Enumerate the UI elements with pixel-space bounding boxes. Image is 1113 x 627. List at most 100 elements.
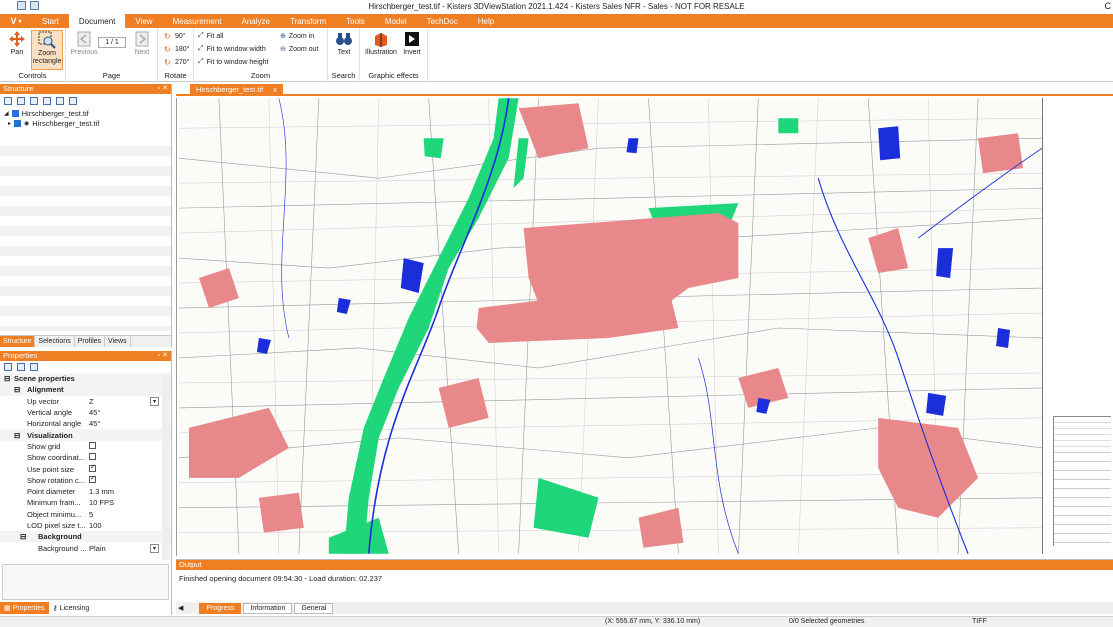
property-value[interactable]: 5 bbox=[89, 510, 93, 519]
property-value[interactable]: 45° bbox=[89, 408, 100, 417]
tab-profiles[interactable]: Profiles bbox=[75, 336, 106, 347]
show-grid-checkbox[interactable] bbox=[89, 441, 96, 451]
close-icon[interactable]: x bbox=[273, 85, 277, 94]
document-tab[interactable]: Hirschberger_test.tif x bbox=[190, 84, 283, 95]
property-row[interactable]: Show coordinat... bbox=[0, 452, 171, 463]
property-row[interactable]: Object minimu... 5 bbox=[0, 509, 171, 520]
close-button[interactable]: C bbox=[1105, 1, 1112, 11]
tab-view[interactable]: View bbox=[125, 14, 162, 28]
tab-general[interactable]: General bbox=[294, 602, 334, 614]
expand-icon[interactable] bbox=[4, 97, 12, 105]
illustration-button[interactable]: Illustration bbox=[364, 30, 398, 57]
tab-start[interactable]: Start bbox=[32, 14, 69, 28]
collapse-all-icon[interactable] bbox=[43, 97, 51, 105]
tab-information[interactable]: Information bbox=[243, 602, 293, 614]
tab-measurement[interactable]: Measurement bbox=[163, 14, 232, 28]
zoom-out-button[interactable]: ⊖ Zoom out bbox=[280, 45, 318, 54]
zoom-in-button[interactable]: ⊕ Zoom in bbox=[280, 32, 314, 41]
visibility-icon[interactable]: ◉ bbox=[24, 120, 29, 127]
tab-model[interactable]: Model bbox=[375, 14, 417, 28]
page-number-input[interactable]: 1 / 1 bbox=[98, 37, 126, 48]
collapse-icon[interactable]: ⊟ bbox=[20, 532, 26, 541]
tab-transform[interactable]: Transform bbox=[280, 14, 336, 28]
properties-scrollbar[interactable] bbox=[162, 375, 170, 560]
chevron-down-icon[interactable]: ▾ bbox=[150, 543, 159, 553]
expand-all-icon[interactable] bbox=[30, 97, 38, 105]
property-value[interactable]: 1.3 mm bbox=[89, 487, 114, 496]
app-menu-button[interactable]: V ▾ bbox=[0, 14, 32, 28]
previous-button[interactable]: Previous bbox=[68, 30, 100, 57]
tree-toggle-icon[interactable]: ▸ bbox=[8, 120, 11, 127]
property-category[interactable]: ⊟ Alignment bbox=[0, 384, 171, 396]
property-row[interactable]: Background ... Plain ▾ bbox=[0, 542, 171, 553]
tab-licensing[interactable]: ⚷ Licensing bbox=[49, 602, 94, 614]
property-row[interactable]: Up vector Z ▾ bbox=[0, 396, 171, 407]
tab-progress[interactable]: Progress bbox=[199, 602, 242, 614]
property-row[interactable]: Point diameter 1.3 mm bbox=[0, 486, 171, 497]
property-row[interactable]: Minimum fram... 10 FPS bbox=[0, 497, 171, 508]
collapse-icon[interactable]: ⊟ bbox=[4, 374, 10, 383]
paste-icon[interactable] bbox=[17, 363, 25, 371]
zoom-rectangle-button[interactable]: Zoom rectangle bbox=[31, 30, 63, 70]
tab-properties[interactable]: ▦ Properties bbox=[0, 602, 49, 614]
fit-all-label: Fit all bbox=[206, 32, 224, 40]
property-value[interactable]: 100 bbox=[89, 521, 102, 530]
tab-techdoc[interactable]: TechDoc bbox=[417, 14, 468, 28]
property-value[interactable]: Plain bbox=[89, 544, 106, 553]
rotate-group: ↻ 90° ↻ 180° ↻ 270° Rotate bbox=[158, 28, 194, 82]
sync-icon[interactable] bbox=[69, 97, 77, 105]
scroll-left-icon[interactable]: ◀ bbox=[178, 604, 183, 612]
pan-button[interactable]: Pan bbox=[1, 30, 33, 57]
panel-pin-icon[interactable]: ▫ ✕ bbox=[158, 84, 168, 94]
graphic-effects-group: Illustration Invert Graphic effects bbox=[360, 28, 428, 82]
invert-button[interactable]: Invert bbox=[396, 30, 428, 57]
tab-structure[interactable]: Structure bbox=[0, 336, 36, 347]
property-row[interactable]: Show grid bbox=[0, 441, 171, 452]
property-value[interactable]: 45° bbox=[89, 419, 100, 428]
property-row[interactable]: Horizontal angle 45° bbox=[0, 418, 171, 429]
rotate-270-button[interactable]: ↻ 270° bbox=[164, 58, 189, 67]
property-category[interactable]: ⊟ Scene properties bbox=[0, 373, 171, 385]
collapse-icon[interactable]: ⊟ bbox=[14, 431, 20, 440]
refresh-icon[interactable] bbox=[30, 363, 38, 371]
tab-tools[interactable]: Tools bbox=[336, 14, 375, 28]
use-point-size-checkbox[interactable] bbox=[89, 463, 96, 474]
left-bottom-tabs: ▦ Properties ⚷ Licensing bbox=[0, 602, 172, 614]
panel-pin-icon[interactable]: ▫ ✕ bbox=[158, 351, 168, 361]
map-image[interactable] bbox=[179, 98, 1043, 554]
filter-icon[interactable] bbox=[56, 97, 64, 105]
fit-all-button[interactable]: ⤢ Fit all bbox=[198, 32, 223, 40]
text-search-button[interactable]: Text bbox=[328, 30, 360, 57]
tab-views[interactable]: Views bbox=[105, 336, 131, 347]
property-value[interactable]: 10 FPS bbox=[89, 498, 114, 507]
collapse-icon[interactable] bbox=[17, 97, 25, 105]
next-button[interactable]: Next bbox=[126, 30, 158, 57]
property-value[interactable]: Z bbox=[89, 397, 94, 406]
tree-toggle-icon[interactable]: ◢ bbox=[4, 110, 9, 117]
structure-panel-header: Structure ▫ ✕ bbox=[0, 84, 171, 94]
property-row[interactable]: Use point size bbox=[0, 463, 171, 474]
tab-selections[interactable]: Selections bbox=[35, 336, 75, 347]
rotate-180-button[interactable]: ↻ 180° bbox=[164, 45, 189, 54]
copy-icon[interactable] bbox=[4, 363, 12, 371]
rotate-90-button[interactable]: ↻ 90° bbox=[164, 32, 186, 41]
tab-help[interactable]: Help bbox=[468, 14, 504, 28]
property-category[interactable]: ⊟ Background bbox=[0, 531, 171, 543]
property-row[interactable]: Vertical angle 45° bbox=[0, 407, 171, 418]
chevron-down-icon[interactable]: ▾ bbox=[150, 396, 159, 406]
collapse-icon[interactable]: ⊟ bbox=[14, 385, 20, 394]
show-rotation-checkbox[interactable] bbox=[89, 474, 96, 485]
property-row[interactable]: LOD pixel size t... 100 bbox=[0, 520, 171, 531]
show-coordinates-checkbox[interactable] bbox=[89, 453, 96, 462]
fit-width-button[interactable]: ⤢ Fit to window width bbox=[198, 45, 266, 53]
tree-item[interactable]: ▸ ◉ Hirschberger_test.tif bbox=[0, 118, 171, 128]
tab-analyze[interactable]: Analyze bbox=[232, 14, 280, 28]
map-viewport[interactable] bbox=[176, 98, 1113, 556]
binoculars-icon bbox=[336, 33, 352, 45]
title-bar: Hirschberger_test.tif - Kisters 3DViewSt… bbox=[0, 0, 1113, 14]
tree-item[interactable]: ◢ Hirschberger_test.tif bbox=[0, 108, 171, 118]
property-row[interactable]: Show rotation c... bbox=[0, 474, 171, 486]
property-category[interactable]: ⊟ Visualization bbox=[0, 429, 171, 441]
tab-document[interactable]: Document bbox=[68, 14, 126, 28]
fit-height-button[interactable]: ⤢ Fit to window height bbox=[198, 58, 268, 66]
